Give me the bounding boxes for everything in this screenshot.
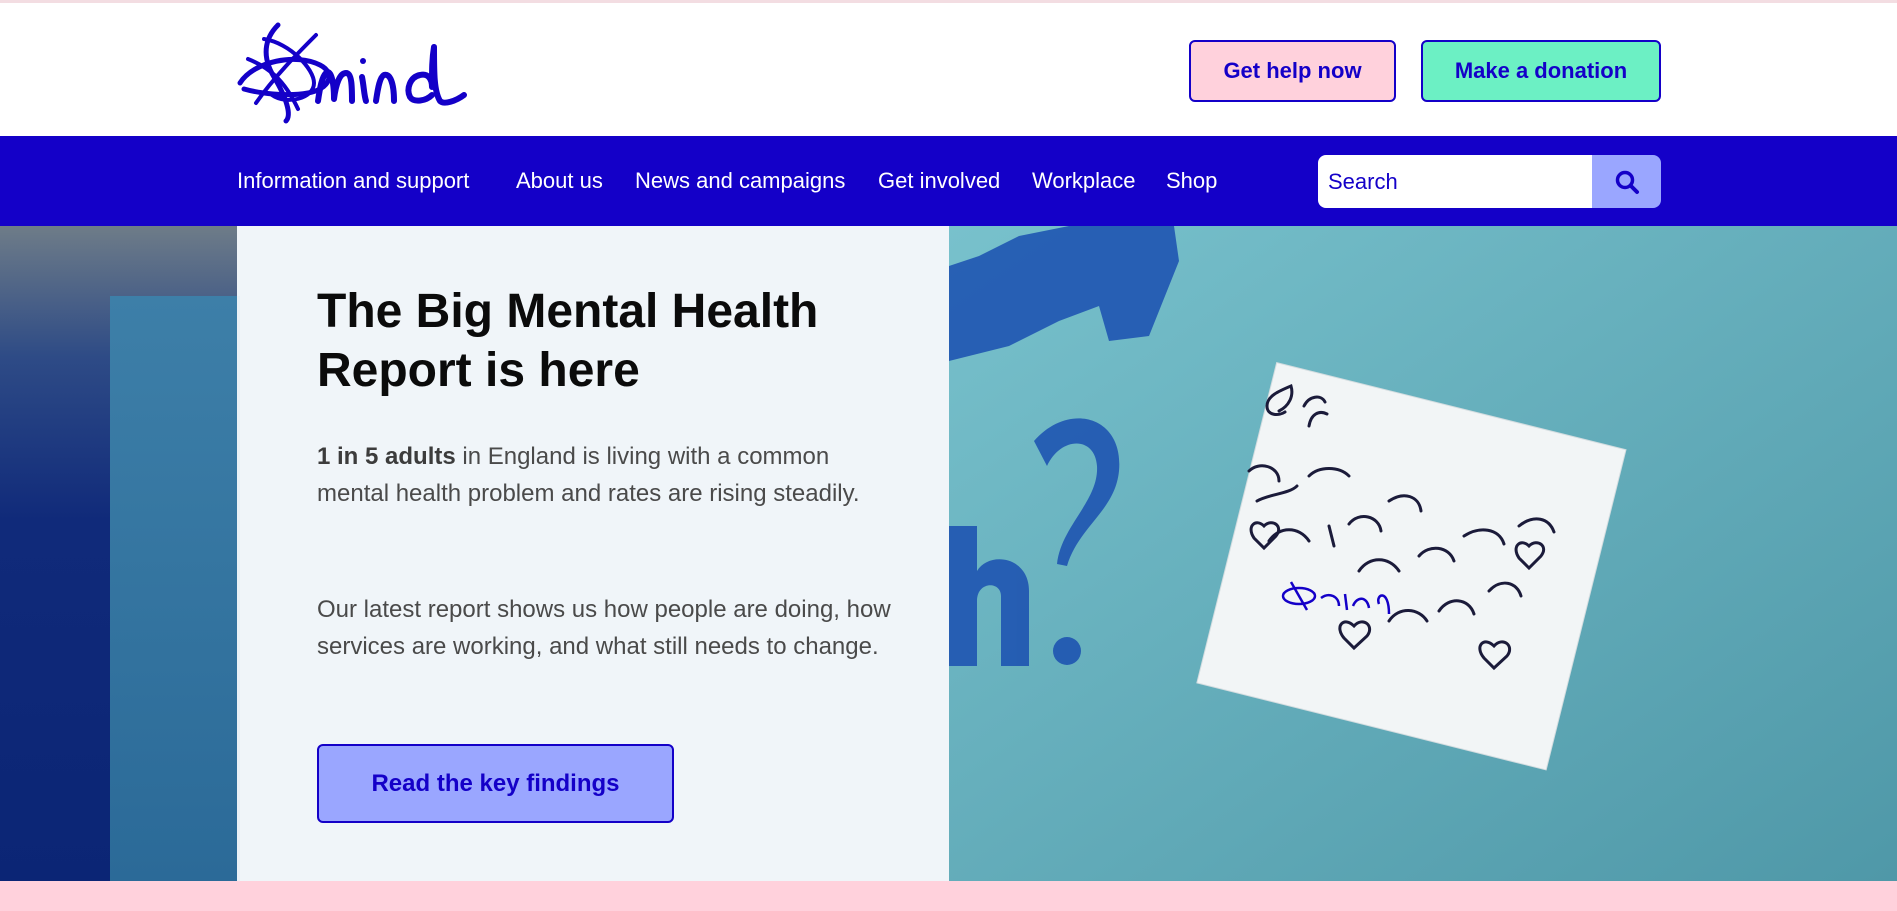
main-nav: Information and support About us News an…	[0, 136, 1897, 226]
get-help-button[interactable]: Get help now	[1189, 40, 1396, 102]
search-icon	[1615, 170, 1639, 194]
nav-item-news-campaigns[interactable]: News and campaigns	[635, 168, 845, 194]
bottom-pink-strip	[0, 881, 1897, 911]
hero-title: The Big Mental Health Report is here	[317, 285, 819, 397]
search-input[interactable]	[1318, 155, 1592, 208]
hero-stat-paragraph: 1 in 5 adults in England is living with …	[317, 438, 897, 512]
hero-background-panel	[110, 296, 240, 881]
hero-section: The Big Mental Health Report is here 1 i…	[0, 226, 1897, 881]
search-box	[1318, 155, 1661, 208]
nav-item-information-support[interactable]: Information and support	[237, 168, 469, 194]
hero-photo	[949, 226, 1897, 881]
nav-item-workplace[interactable]: Workplace	[1032, 168, 1136, 194]
nav-item-shop[interactable]: Shop	[1166, 168, 1217, 194]
nav-item-get-involved[interactable]: Get involved	[878, 168, 1000, 194]
donate-button[interactable]: Make a donation	[1421, 40, 1661, 102]
mind-logo[interactable]	[234, 17, 470, 125]
hero-body-paragraph: Our latest report shows us how people ar…	[317, 596, 891, 660]
hero-background-left	[0, 226, 240, 881]
site-header: Get help now Make a donation	[0, 3, 1897, 136]
search-button[interactable]	[1592, 155, 1661, 208]
hero-card: The Big Mental Health Report is here 1 i…	[237, 226, 949, 881]
read-key-findings-button[interactable]: Read the key findings	[317, 744, 674, 823]
nav-item-about-us[interactable]: About us	[516, 168, 603, 194]
hero-stat-highlight: 1 in 5 adults	[317, 443, 456, 470]
